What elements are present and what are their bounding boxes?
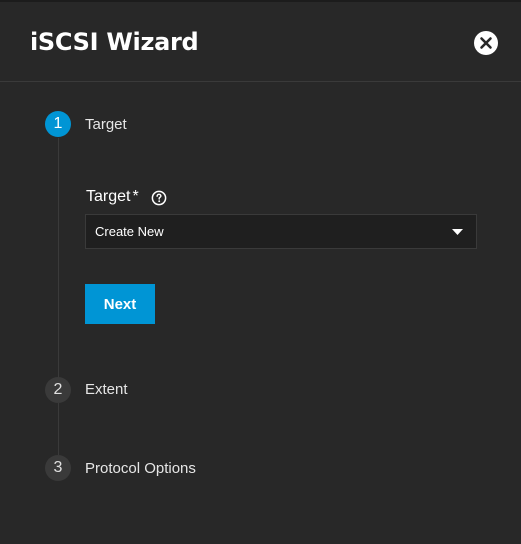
step-3-indicator[interactable]: 3 bbox=[45, 455, 71, 481]
stepper-connector bbox=[58, 138, 59, 378]
help-icon[interactable] bbox=[151, 190, 167, 206]
dialog-header: iSCSI Wizard bbox=[0, 2, 521, 82]
required-marker: * bbox=[132, 188, 139, 205]
iscsi-wizard-dialog: iSCSI Wizard 1 Target Target * Create New… bbox=[0, 0, 521, 544]
step-2-indicator[interactable]: 2 bbox=[45, 377, 71, 403]
target-field-label: Target * bbox=[86, 188, 139, 206]
target-label-text: Target bbox=[86, 188, 131, 205]
step-1-indicator[interactable]: 1 bbox=[45, 111, 71, 137]
step-1-label[interactable]: Target bbox=[85, 116, 127, 133]
close-button[interactable] bbox=[474, 31, 498, 55]
close-icon bbox=[480, 37, 492, 49]
target-select[interactable]: Create New bbox=[85, 214, 477, 249]
step-3-label[interactable]: Protocol Options bbox=[85, 460, 196, 477]
next-button[interactable]: Next bbox=[85, 284, 155, 324]
dialog-title: iSCSI Wizard bbox=[30, 28, 199, 56]
stepper-connector bbox=[58, 403, 59, 455]
step-2-label[interactable]: Extent bbox=[85, 381, 128, 398]
dropdown-arrow-icon bbox=[452, 229, 463, 235]
target-select-value: Create New bbox=[95, 224, 164, 239]
